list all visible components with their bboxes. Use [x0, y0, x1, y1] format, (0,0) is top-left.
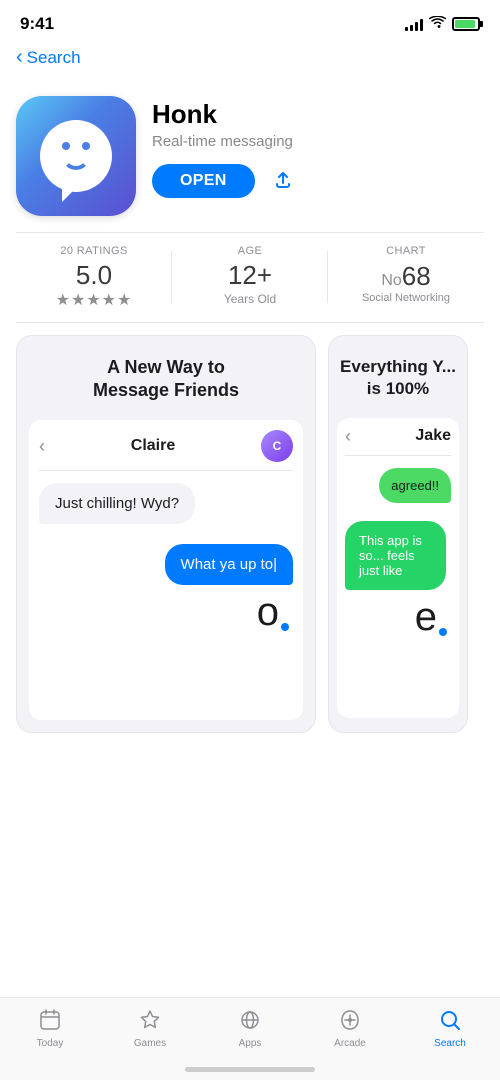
face-smile	[62, 156, 90, 170]
status-icons	[405, 16, 480, 32]
chat-header-2: ‹ Jake	[345, 426, 451, 456]
search-icon	[436, 1006, 464, 1034]
app-icon	[16, 96, 136, 216]
tab-item-search[interactable]: Search	[400, 1006, 500, 1049]
open-button[interactable]: OPEN	[152, 164, 255, 198]
rating-stars: ★★★★★	[56, 290, 133, 310]
received-bubble-2: agreed!!	[379, 468, 451, 503]
key-letter-2: e	[415, 595, 437, 640]
app-name: Honk	[152, 100, 484, 129]
chart-num: 68	[402, 261, 431, 292]
age-label: AGE	[238, 245, 262, 257]
mock-chat-1: ‹ Claire C Just chilling! Wyd? What ya u…	[29, 420, 303, 720]
home-indicator	[185, 1067, 315, 1072]
face-eyes	[62, 142, 90, 150]
chat-contact-name-2: Jake	[415, 427, 451, 445]
status-time: 9:41	[20, 14, 54, 34]
chart-value: No 68	[381, 261, 430, 292]
key-dot-2	[439, 628, 447, 636]
screenshot-title-2: Everything Y...is 100%	[329, 336, 467, 410]
age-sub: Years Old	[224, 292, 276, 306]
today-icon	[36, 1006, 64, 1034]
battery-icon	[452, 17, 480, 31]
chart-label: CHART	[386, 245, 426, 257]
tab-label-today: Today	[37, 1038, 64, 1049]
tab-label-games: Games	[134, 1038, 166, 1049]
tab-item-apps[interactable]: Apps	[200, 1006, 300, 1049]
screenshot-card-1: A New Way toMessage Friends ‹ Claire C J…	[16, 335, 316, 734]
status-bar: 9:41	[0, 0, 500, 44]
app-info: Honk Real-time messaging OPEN	[152, 96, 484, 198]
tab-item-today[interactable]: Today	[0, 1006, 100, 1049]
tab-label-search: Search	[434, 1038, 466, 1049]
sent-bubble-2: This app is so... feels just like	[345, 521, 446, 590]
app-actions: OPEN	[152, 164, 484, 198]
stats-row: 20 RATINGS 5.0 ★★★★★ AGE 12+ Years Old C…	[16, 233, 484, 322]
signal-icon	[405, 17, 423, 31]
app-header: Honk Real-time messaging OPEN	[0, 80, 500, 232]
arcade-icon	[336, 1006, 364, 1034]
back-navigation: ‹ Search	[0, 44, 500, 80]
mock-chat-2: ‹ Jake agreed!! This app is so... feels …	[337, 418, 459, 718]
rating-value: 5.0	[76, 261, 112, 290]
tab-label-arcade: Arcade	[334, 1038, 366, 1049]
screenshots-scroll[interactable]: A New Way toMessage Friends ‹ Claire C J…	[0, 335, 500, 734]
chevron-left-icon: ‹	[16, 47, 23, 67]
chat-avatar: C	[261, 430, 293, 462]
received-bubble-1: Just chilling! Wyd?	[39, 483, 195, 524]
keyboard-hint-2: e	[345, 590, 451, 640]
face-eye-left	[62, 142, 70, 150]
stat-chart: CHART No 68 Social Networking	[328, 245, 484, 310]
tab-label-apps: Apps	[239, 1038, 262, 1049]
screenshot-title-1: A New Way toMessage Friends	[17, 336, 315, 413]
chat-header-1: ‹ Claire C	[39, 430, 293, 471]
share-button[interactable]	[271, 167, 295, 195]
app-icon-face	[40, 120, 112, 192]
stat-ratings: 20 RATINGS 5.0 ★★★★★	[16, 245, 172, 310]
apps-icon	[236, 1006, 264, 1034]
tab-item-games[interactable]: Games	[100, 1006, 200, 1049]
chat-contact-name: Claire	[131, 437, 175, 455]
keyboard-hint-1: o	[39, 585, 293, 635]
chat-back-icon: ‹	[39, 436, 45, 457]
wifi-icon	[429, 16, 446, 32]
key-letter-1: o	[257, 590, 279, 635]
key-dot-1	[281, 623, 289, 631]
sent-bubble-1: What ya up to|	[165, 544, 293, 585]
app-subtitle: Real-time messaging	[152, 133, 484, 150]
chart-cat: Social Networking	[362, 292, 450, 304]
screenshots-section: A New Way toMessage Friends ‹ Claire C J…	[0, 323, 500, 734]
games-icon	[136, 1006, 164, 1034]
chat-back-icon-2: ‹	[345, 426, 351, 447]
back-button[interactable]: ‹ Search	[16, 48, 484, 68]
back-label: Search	[27, 48, 81, 68]
chart-no: No	[381, 272, 401, 290]
face-eye-right	[82, 142, 90, 150]
ratings-label: 20 RATINGS	[60, 245, 127, 257]
screenshot-card-2: Everything Y...is 100% ‹ Jake agreed!! T…	[328, 335, 468, 734]
stat-age: AGE 12+ Years Old	[172, 245, 328, 310]
age-value: 12+	[228, 261, 272, 290]
tab-item-arcade[interactable]: Arcade	[300, 1006, 400, 1049]
